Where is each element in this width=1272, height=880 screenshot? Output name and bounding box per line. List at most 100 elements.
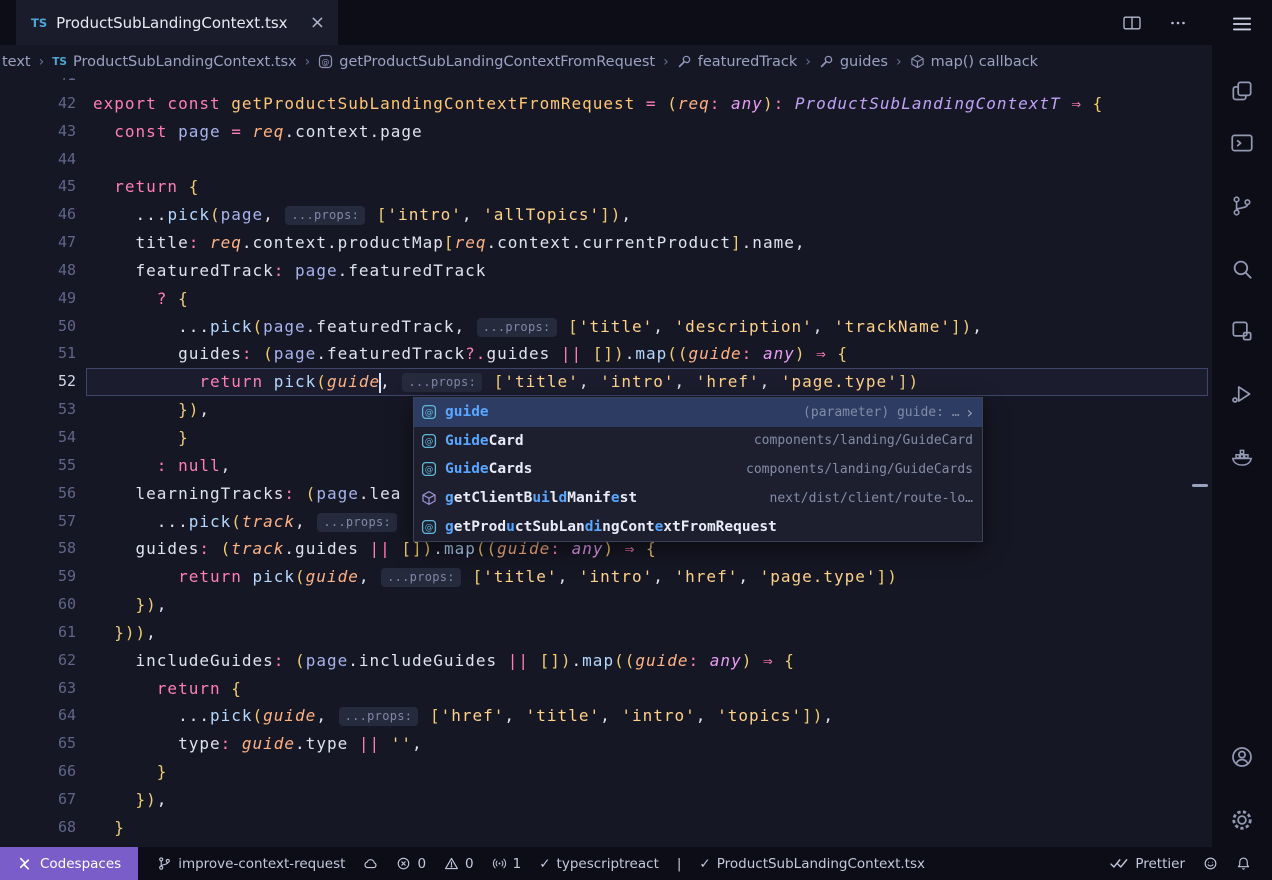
suggestion-item[interactable]: @GuideCardcomponents/landing/GuideCard	[414, 427, 982, 456]
code-token: ,	[972, 317, 983, 336]
source-control-icon[interactable]	[1229, 193, 1255, 219]
code-line-51[interactable]: 51 guides: (page.featuredTrack?.guides |…	[0, 340, 1212, 368]
suggestion-item[interactable]: @GuideCardscomponents/landing/GuideCards	[414, 455, 982, 484]
breadcrumb-item[interactable]: map() callback	[910, 54, 1039, 70]
line-number: 55	[0, 452, 76, 480]
code-token: }	[114, 818, 125, 837]
code-line-47[interactable]: 47 title: req.context.productMap[req.con…	[0, 229, 1212, 257]
code-line-43[interactable]: 43 const page = req.context.page	[0, 118, 1212, 146]
line-number: 42	[0, 90, 76, 118]
code-token: title	[93, 233, 189, 252]
code-token: )	[795, 344, 806, 363]
code-token: (	[221, 539, 232, 558]
code-token: const	[114, 122, 167, 141]
code-line-65[interactable]: 65 type: guide.type || '',	[0, 730, 1212, 758]
code-line-66[interactable]: 66 }	[0, 758, 1212, 786]
code-token	[93, 567, 178, 586]
code-line-50[interactable]: 50 ...pick(page.featuredTrack, ...props:…	[0, 313, 1212, 341]
status-sync[interactable]	[354, 847, 387, 880]
status-feedback[interactable]	[1194, 847, 1227, 880]
inlay-hint: ...props:	[317, 513, 397, 532]
code-token: req	[253, 122, 285, 141]
suggestion-item[interactable]: @getProductSubLandingContextFromRequest	[414, 512, 982, 541]
status-active-file[interactable]: ✓ProductSubLandingContext.tsx	[690, 847, 934, 880]
status-branch[interactable]: improve-context-request	[148, 847, 354, 880]
more-actions-icon[interactable]	[1168, 15, 1188, 31]
code-line-59[interactable]: 59 return pick(guide, ...props: ['title'…	[0, 563, 1212, 591]
code-token: [	[444, 233, 455, 252]
code-token: ...	[93, 706, 210, 725]
status-prettier[interactable]: Prettier	[1100, 847, 1194, 880]
code-token: any	[710, 651, 742, 670]
code-token: [])	[401, 539, 433, 558]
code-line-61[interactable]: 61 })),	[0, 619, 1212, 647]
run-debug-icon[interactable]	[1229, 381, 1255, 407]
code-line-46[interactable]: 46 ...pick(page, ...props: ['intro', 'al…	[0, 201, 1212, 229]
cloud-icon	[363, 856, 378, 871]
code-line-44[interactable]: 44	[0, 146, 1212, 174]
tab-close-icon[interactable]: ×	[310, 14, 325, 32]
suggestion-item[interactable]: @guide(parameter) guide: …›	[414, 398, 982, 427]
code-token: (	[306, 484, 317, 503]
split-editor-icon[interactable]	[1122, 15, 1142, 31]
status-remote[interactable]: Codespaces	[0, 847, 138, 880]
status-problems-errors[interactable]: 0	[387, 847, 435, 880]
code-token: req	[210, 233, 242, 252]
extensions-icon[interactable]	[1229, 318, 1255, 344]
copy-icon[interactable]	[1229, 78, 1255, 104]
line-content: guides: (page.featuredTrack?.guides || […	[86, 340, 1208, 368]
code-token: ,	[263, 205, 284, 224]
code-token: pick	[274, 372, 317, 391]
editor-tab[interactable]: TS ProductSubLandingContext.tsx ×	[16, 0, 338, 45]
account-icon[interactable]	[1229, 744, 1255, 770]
code-line-48[interactable]: 48 featuredTrack: page.featuredTrack	[0, 257, 1212, 285]
terminal-icon[interactable]	[1229, 130, 1255, 156]
breadcrumb-item[interactable]: text	[2, 54, 31, 70]
settings-icon[interactable]	[1229, 807, 1255, 833]
line-number: 60	[0, 591, 76, 619]
code-line-45[interactable]: 45 return {	[0, 173, 1212, 201]
code-line-42[interactable]: 42export const getProductSubLandingConte…	[0, 90, 1212, 118]
code-token	[242, 122, 253, 141]
line-number: 52	[0, 368, 76, 396]
breadcrumb-item[interactable]: featuredTrack	[677, 54, 798, 70]
suggestion-item[interactable]: getClientBuildManifestnext/dist/client/r…	[414, 484, 982, 513]
status-notifications[interactable]	[1227, 847, 1260, 880]
code-line-63[interactable]: 63 return {	[0, 675, 1212, 703]
code-token: guide	[263, 706, 316, 725]
code-token: 'href'	[441, 706, 505, 725]
status-problems-warnings[interactable]: 0	[435, 847, 483, 880]
code-token	[720, 94, 731, 113]
line-content	[86, 146, 1208, 174]
code-token: learningTracks	[93, 484, 284, 503]
code-token	[635, 539, 646, 558]
code-line-64[interactable]: 64 ...pick(guide, ...props: ['href', 'ti…	[0, 702, 1212, 730]
code-token	[483, 372, 494, 391]
code-token: 'allTopics'	[483, 205, 600, 224]
menu-icon[interactable]	[1229, 11, 1255, 37]
breadcrumb-item[interactable]: TSProductSubLandingContext.tsx	[52, 54, 296, 70]
code-line-60[interactable]: 60 }),	[0, 591, 1212, 619]
code-line-67[interactable]: 67 }),	[0, 786, 1212, 814]
code-token: page	[221, 205, 264, 224]
error-icon	[396, 856, 411, 871]
scrollbar-marker[interactable]	[1192, 484, 1208, 487]
at-icon: @	[421, 404, 437, 420]
code-token: ,	[295, 512, 316, 531]
breadcrumb-item[interactable]: @getProductSubLandingContextFromRequest	[318, 54, 655, 70]
status-language-mode[interactable]: ✓typescriptreact	[530, 847, 668, 880]
code-token: .context.currentProduct	[486, 233, 731, 252]
docker-icon[interactable]	[1229, 445, 1255, 471]
code-line-68[interactable]: 68 }	[0, 814, 1212, 842]
code-line-62[interactable]: 62 includeGuides: (page.includeGuides ||…	[0, 647, 1212, 675]
code-token: ])	[951, 317, 972, 336]
breadcrumb-item[interactable]: guides	[819, 54, 888, 70]
code-token: 'title'	[483, 567, 557, 586]
code-line-52[interactable]: 52 return pick(guide, ...props: ['title'…	[0, 368, 1212, 396]
search-icon[interactable]	[1229, 256, 1255, 282]
code-token: guide	[242, 734, 295, 753]
status-ports[interactable]: 1	[483, 847, 531, 880]
code-line-49[interactable]: 49 ? {	[0, 285, 1212, 313]
status-remote-label: Codespaces	[40, 856, 121, 872]
breadcrumb-label: getProductSubLandingContextFromRequest	[339, 54, 655, 70]
